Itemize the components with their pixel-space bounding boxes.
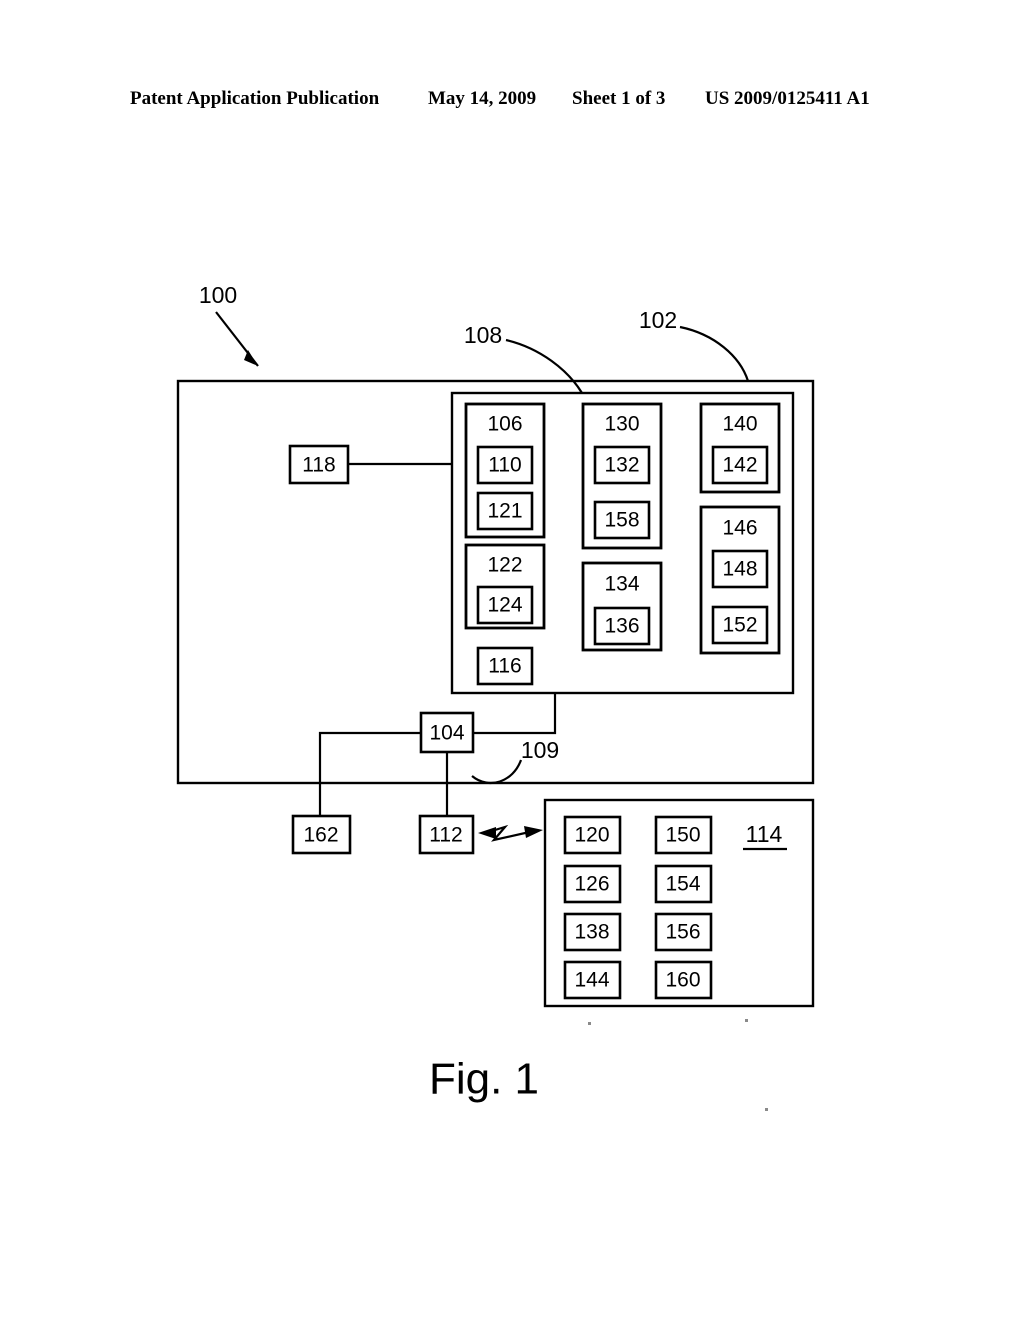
block-158-label: 158 (604, 509, 639, 532)
block-120-label: 120 (574, 824, 609, 847)
group-146-label: 146 (722, 517, 757, 540)
block-162-label: 162 (303, 824, 338, 847)
group-134-label: 134 (604, 573, 639, 596)
panel-114-label: 114 (746, 821, 783, 847)
block-118-label: 118 (302, 454, 335, 477)
wireless-arrowhead-right (524, 826, 543, 838)
callout-109-label: 109 (521, 737, 559, 763)
callout-102-leader (679, 325, 750, 382)
block-116-label: 116 (488, 655, 521, 678)
block-104-label: 104 (429, 722, 464, 745)
figure-caption: Fig. 1 (429, 1055, 539, 1104)
block-112-label: 112 (429, 824, 462, 847)
callout-100-label: 100 (199, 282, 237, 308)
block-142-label: 142 (722, 454, 757, 477)
callout-102-label: 102 (639, 307, 677, 333)
scan-speck-3 (765, 1108, 768, 1111)
link-104-to-162 (318, 731, 421, 816)
block-160-label: 160 (665, 969, 700, 992)
block-126-label: 126 (574, 873, 609, 896)
patent-page: Patent Application Publication May 14, 2… (0, 0, 1024, 1320)
wireless-arrowhead-left (478, 827, 496, 839)
scan-speck-1 (588, 1022, 591, 1025)
block-152-label: 152 (722, 614, 757, 637)
block-144-label: 144 (574, 969, 609, 992)
group-106-label: 106 (487, 413, 522, 436)
group-140-label: 140 (722, 413, 757, 436)
group-130-label: 130 (604, 413, 639, 436)
block-148-label: 148 (722, 558, 757, 581)
block-150-label: 150 (665, 824, 700, 847)
block-121-label: 121 (487, 500, 522, 523)
callout-109-leader (471, 759, 523, 785)
block-154-label: 154 (665, 873, 700, 896)
block-132-label: 132 (604, 454, 639, 477)
block-110-label: 110 (488, 454, 521, 477)
callout-108-label: 108 (464, 322, 502, 348)
block-136-label: 136 (604, 615, 639, 638)
group-122-label: 122 (487, 554, 522, 577)
block-138-label: 138 (574, 921, 609, 944)
block-124-label: 124 (487, 594, 522, 617)
link-104-to-108 (473, 693, 557, 735)
callout-108-leader (505, 338, 583, 394)
block-156-label: 156 (665, 921, 700, 944)
scan-speck-2 (745, 1019, 748, 1022)
figure-1-diagram: 100 108 102 118 106 110 121 122 124 116 (176, 282, 815, 1111)
